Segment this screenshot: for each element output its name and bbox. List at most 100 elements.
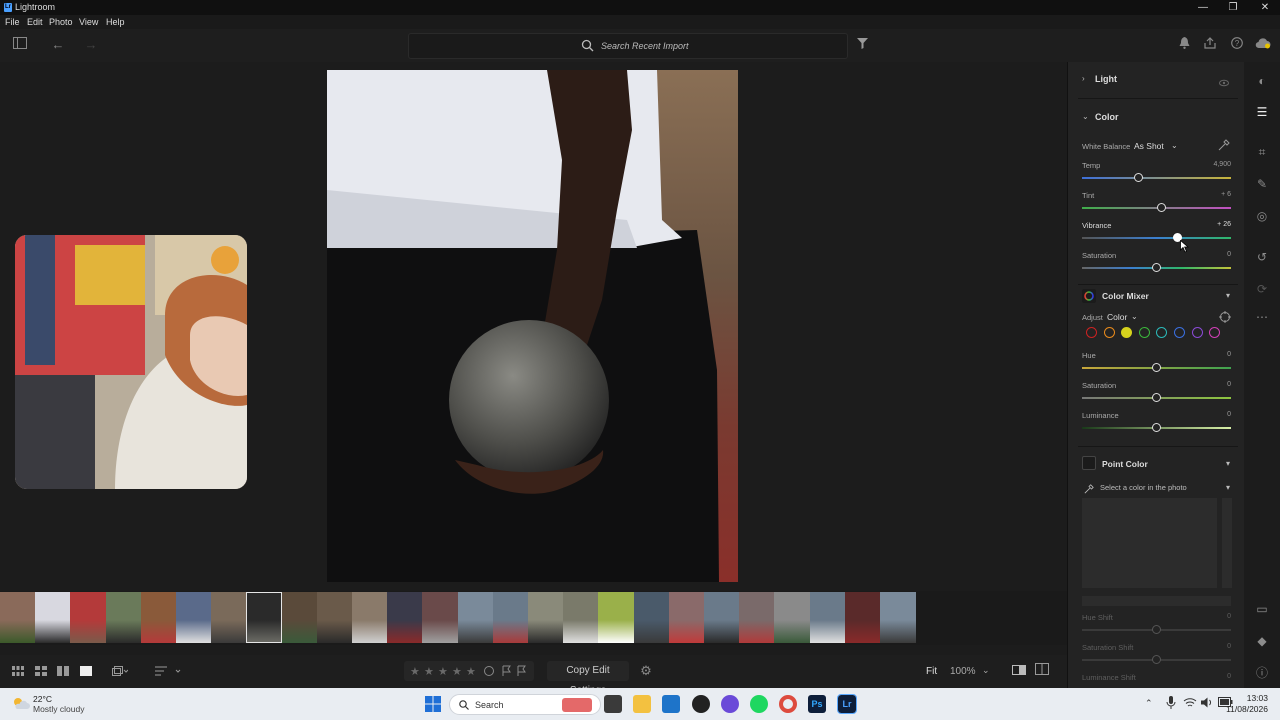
more-options-icon[interactable]: ⋯ xyxy=(1255,310,1269,324)
filmstrip-thumbnail[interactable] xyxy=(422,592,459,643)
filmstrip-thumbnail[interactable] xyxy=(105,592,142,643)
filmstrip-thumbnail[interactable] xyxy=(880,592,916,643)
clock-date[interactable]: 11/08/2026 xyxy=(1224,704,1268,714)
maximize-button[interactable]: ❐ xyxy=(1218,0,1248,15)
filmstrip-thumbnail[interactable] xyxy=(774,592,811,643)
forward-arrow-icon[interactable]: → xyxy=(83,37,99,53)
edit-sliders-icon[interactable]: ☰ xyxy=(1255,105,1269,119)
filmstrip-thumbnail[interactable] xyxy=(457,592,494,643)
filter-icon[interactable] xyxy=(854,37,870,53)
color-swatch[interactable] xyxy=(1103,327,1115,338)
fit-zoom-label[interactable]: Fit xyxy=(926,666,937,677)
share-icon[interactable] xyxy=(1202,37,1218,53)
presets-icon[interactable]: ◐ xyxy=(1255,74,1269,88)
before-after-icon[interactable] xyxy=(1011,663,1027,679)
settings-gear-icon[interactable]: ⚙ xyxy=(638,663,654,679)
menu-file[interactable]: File xyxy=(5,17,20,27)
saturation-slider-thumb[interactable] xyxy=(1152,263,1161,272)
filmstrip-thumbnail[interactable] xyxy=(387,592,424,643)
color-swatch[interactable] xyxy=(1209,327,1221,338)
point-color-swatch-area[interactable] xyxy=(1082,498,1217,588)
clock-time[interactable]: 13:03 xyxy=(1224,693,1268,703)
saturation-value[interactable]: 0 xyxy=(1201,251,1231,258)
volume-icon[interactable] xyxy=(1201,697,1214,710)
temp-slider-track[interactable] xyxy=(1082,173,1231,182)
point-color-eyedropper-icon[interactable] xyxy=(1084,481,1094,499)
weather-temp[interactable]: 22°C xyxy=(33,694,52,704)
main-photo[interactable] xyxy=(327,70,738,582)
color-collapse-chevron-icon[interactable]: ⌄ xyxy=(1082,112,1089,121)
adjust-chevron-icon[interactable]: ⌄ xyxy=(1131,312,1138,321)
filmstrip-thumbnail[interactable] xyxy=(528,592,564,643)
history-icon[interactable]: ↺ xyxy=(1255,250,1269,264)
filmstrip-thumbnail[interactable] xyxy=(140,592,177,643)
mixer-hue-slider[interactable] xyxy=(1082,363,1231,372)
white-balance-eyedropper-icon[interactable] xyxy=(1218,138,1230,156)
color-swatch[interactable] xyxy=(1138,327,1150,338)
saturation-shift-slider[interactable] xyxy=(1082,655,1231,664)
mixer-luminance-slider[interactable] xyxy=(1082,423,1231,432)
filmstrip-thumbnail[interactable] xyxy=(352,592,388,643)
color-mixer-menu-chevron-icon[interactable]: ▾ xyxy=(1226,291,1230,300)
photoshop-icon[interactable]: Ps xyxy=(808,695,826,713)
filmstrip-thumbnail[interactable] xyxy=(70,592,107,643)
lightroom-taskbar-icon[interactable]: Lr xyxy=(837,694,857,714)
zoom-level[interactable]: 100% xyxy=(950,666,976,677)
white-balance-chevron-icon[interactable]: ⌄ xyxy=(1171,141,1178,150)
keywords-tag-icon[interactable]: ◆ xyxy=(1255,634,1269,648)
vibrance-value[interactable]: + 26 xyxy=(1201,221,1231,228)
outlook-icon[interactable] xyxy=(662,695,680,713)
color-swatch[interactable] xyxy=(1086,327,1097,338)
filmstrip-thumbnail[interactable] xyxy=(281,592,318,643)
close-button[interactable]: ✕ xyxy=(1250,0,1280,15)
color-section-header[interactable]: Color xyxy=(1095,112,1119,122)
versions-icon[interactable]: ⟳ xyxy=(1255,282,1269,296)
hue-shift-thumb[interactable] xyxy=(1152,625,1161,634)
back-arrow-icon[interactable]: ← xyxy=(50,37,66,53)
notification-bell-icon[interactable] xyxy=(1176,37,1192,53)
search-bar[interactable]: Search Recent Import xyxy=(408,33,848,59)
loupe-view-icon[interactable] xyxy=(78,664,94,680)
task-view-icon[interactable] xyxy=(604,695,622,713)
filmstrip-thumbnail[interactable] xyxy=(809,592,846,643)
filmstrip-thumbnail[interactable] xyxy=(176,592,212,643)
mixer-saturation-thumb[interactable] xyxy=(1152,393,1161,402)
tint-value[interactable]: + 6 xyxy=(1201,191,1231,198)
windows-start-icon[interactable] xyxy=(425,696,441,714)
color-swatch[interactable] xyxy=(1191,327,1203,338)
search-input[interactable]: Search Recent Import xyxy=(601,41,689,51)
point-color-header[interactable]: Point Color xyxy=(1102,459,1148,469)
filmstrip-thumbnail[interactable] xyxy=(739,592,776,643)
grid-view-icon[interactable] xyxy=(10,664,26,680)
point-color-picker-strip[interactable] xyxy=(1222,498,1232,588)
color-swatch[interactable] xyxy=(1156,327,1168,338)
discord-icon[interactable] xyxy=(721,695,739,713)
menu-photo[interactable]: Photo xyxy=(49,17,73,27)
weather-description[interactable]: Mostly cloudy xyxy=(33,704,85,714)
filmstrip-thumbnail[interactable] xyxy=(0,592,36,643)
filmstrip-thumbnail[interactable] xyxy=(316,592,353,643)
point-color-range-bar[interactable] xyxy=(1082,596,1231,606)
light-expand-chevron-icon[interactable]: › xyxy=(1082,74,1085,83)
split-view-icon[interactable] xyxy=(1034,663,1050,679)
saturation-shift-thumb[interactable] xyxy=(1152,655,1161,664)
filmstrip-thumbnail[interactable] xyxy=(633,592,670,643)
filmstrip-thumbnail[interactable] xyxy=(563,592,600,643)
copy-edit-settings-button[interactable]: Copy Edit Settings xyxy=(547,661,629,696)
weather-icon[interactable] xyxy=(12,696,30,712)
minimize-button[interactable]: — xyxy=(1188,0,1218,15)
mixer-luminance-value[interactable]: 0 xyxy=(1201,411,1231,418)
spotify-icon[interactable] xyxy=(750,695,768,713)
mixer-hue-value[interactable]: 0 xyxy=(1201,351,1231,358)
filmstrip-thumbnail[interactable] xyxy=(246,592,283,643)
select-color-prompt[interactable]: Select a color in the photo xyxy=(1100,483,1187,492)
menu-edit[interactable]: Edit xyxy=(27,17,43,27)
filmstrip-thumbnail[interactable] xyxy=(844,592,881,643)
help-icon[interactable]: ? xyxy=(1229,37,1245,53)
filmstrip-thumbnail[interactable] xyxy=(704,592,740,643)
temp-value[interactable]: 4,900 xyxy=(1201,161,1231,168)
filmstrip-thumbnail[interactable] xyxy=(598,592,635,643)
targeted-adjustment-icon[interactable] xyxy=(1219,310,1231,328)
masking-icon[interactable]: ◎ xyxy=(1255,209,1269,223)
tray-overflow-icon[interactable]: ⌃ xyxy=(1145,698,1153,709)
